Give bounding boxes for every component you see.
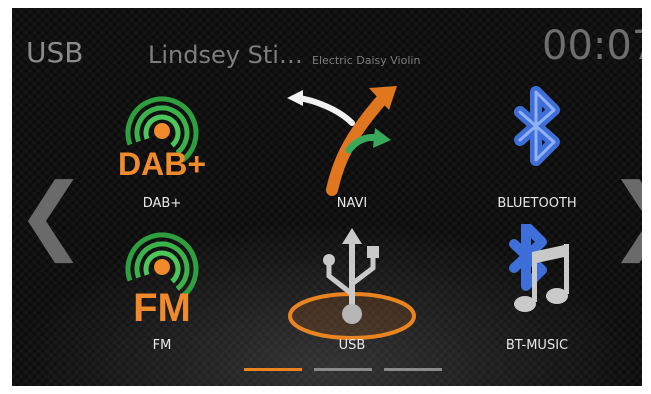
navigation-arrows-icon bbox=[287, 86, 397, 196]
menu-item-fm[interactable]: FM FM bbox=[87, 224, 237, 364]
menu-item-dab[interactable]: DAB+ DAB+ bbox=[87, 78, 237, 218]
next-page-arrow[interactable]: ❯ bbox=[608, 172, 642, 256]
menu-item-label: BLUETOOTH bbox=[497, 196, 577, 211]
menu-item-bt-music[interactable]: BT-MUSIC bbox=[462, 224, 612, 364]
page-dot-1[interactable] bbox=[244, 368, 302, 371]
bluetooth-icon bbox=[514, 86, 560, 166]
menu-item-label: USB bbox=[338, 338, 366, 353]
page-dot-2[interactable] bbox=[314, 368, 372, 371]
playback-time: 00:07 bbox=[542, 23, 642, 69]
dab-radio-icon: DAB+ bbox=[118, 96, 206, 182]
menu-item-bluetooth[interactable]: BLUETOOTH bbox=[462, 78, 612, 218]
menu-item-navi[interactable]: NAVI bbox=[277, 78, 427, 218]
current-source: USB bbox=[26, 36, 84, 69]
page-indicator bbox=[244, 368, 444, 374]
svg-text:DAB+: DAB+ bbox=[118, 146, 206, 182]
home-screen: USB Lindsey Sti… Electric Daisy Violin 0… bbox=[12, 8, 642, 386]
fm-radio-icon: FM bbox=[125, 232, 199, 330]
page-dot-3[interactable] bbox=[384, 368, 442, 371]
menu-item-label: BT-MUSIC bbox=[505, 338, 569, 353]
menu-item-label: NAVI bbox=[336, 196, 368, 211]
previous-page-arrow[interactable]: ❮ bbox=[16, 172, 86, 256]
menu-item-label: DAB+ bbox=[142, 196, 182, 211]
usb-icon bbox=[288, 228, 416, 340]
svg-text:FM: FM bbox=[133, 286, 191, 330]
menu-item-usb[interactable]: USB bbox=[277, 224, 427, 364]
now-playing-artist: Lindsey Sti… bbox=[148, 41, 303, 69]
menu-item-label: FM bbox=[152, 338, 172, 353]
bt-music-icon bbox=[509, 224, 569, 312]
now-playing-track: Electric Daisy Violin bbox=[312, 54, 421, 67]
